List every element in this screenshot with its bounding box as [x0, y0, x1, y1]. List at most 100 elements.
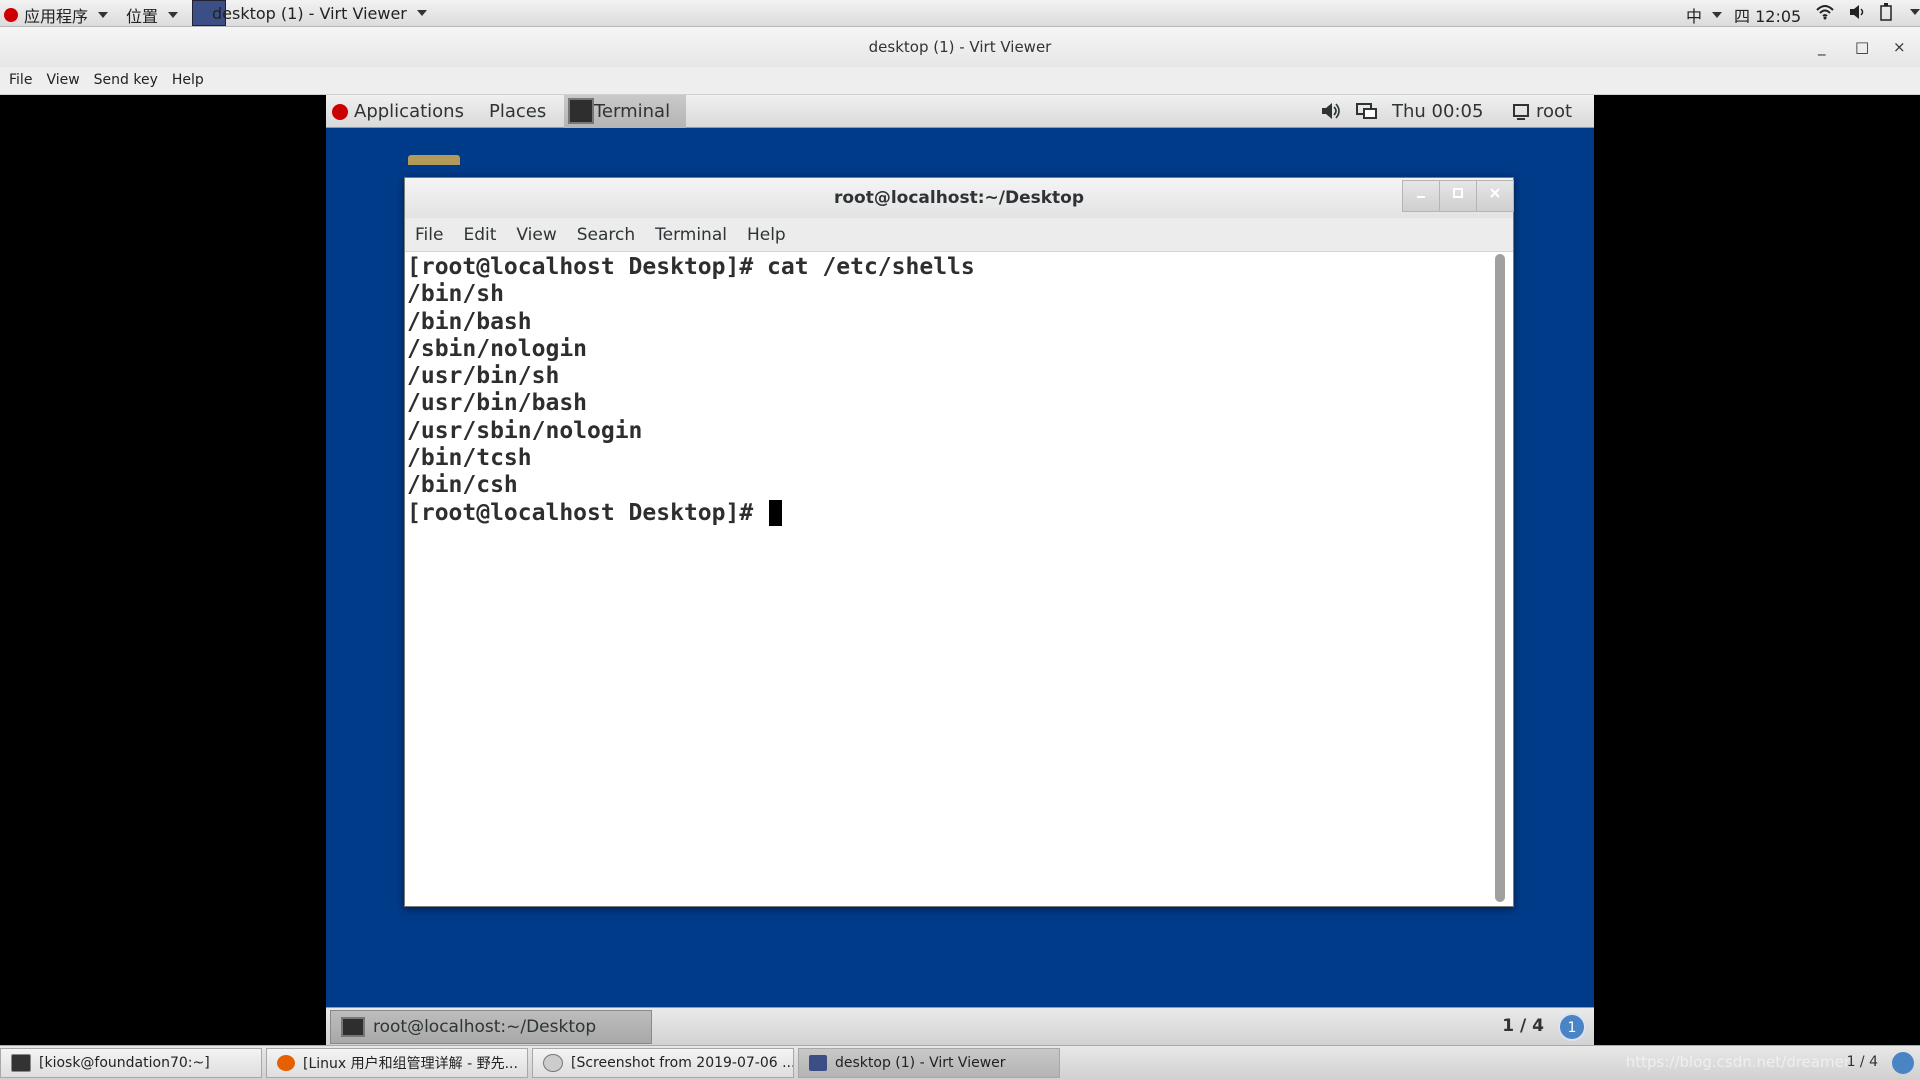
guest-display[interactable]: Applications Places Terminal Thu 00:05 r… [326, 95, 1594, 1045]
terminal-line: /bin/tcsh [407, 445, 532, 472]
terminal-scrollbar[interactable] [1495, 254, 1505, 902]
host-clock-label: 四 12:05 [1734, 7, 1802, 26]
guest-taskbar-terminal[interactable]: root@localhost:~/Desktop [330, 1010, 652, 1044]
guest-workspace-indicator[interactable]: 1 / 4 [1502, 1016, 1544, 1036]
terminal-line: /bin/csh [407, 472, 518, 499]
guest-network[interactable] [1356, 102, 1378, 122]
terminal-menu-view[interactable]: View [506, 218, 566, 245]
terminal-titlebar[interactable]: root@localhost:~/Desktop [405, 178, 1514, 218]
viewer-titlebar[interactable]: desktop (1) - Virt Viewer _ □ × [0, 27, 1920, 67]
guest-user-label: root [1536, 101, 1573, 122]
terminal-menubar: File Edit View Search Terminal Help [405, 218, 1513, 252]
chevron-down-icon [98, 12, 109, 18]
chevron-down-icon [168, 12, 179, 18]
terminal-icon [568, 98, 594, 124]
viewer-menu-sendkey[interactable]: Send key [87, 67, 165, 88]
host-clock[interactable]: 四 12:05 [1734, 3, 1801, 27]
terminal-menu-edit[interactable]: Edit [453, 218, 506, 245]
guest-user-menu[interactable]: root [1512, 101, 1572, 122]
maximize-icon [1453, 188, 1463, 198]
host-task-label: desktop (1) - Virt Viewer [835, 1055, 1006, 1071]
terminal-line: /sbin/nologin [407, 335, 588, 362]
host-places-label: 位置 [126, 7, 159, 26]
viewer-menu-view[interactable]: View [39, 67, 86, 88]
close-button[interactable]: × [1893, 27, 1906, 67]
host-task-firefox[interactable]: [Linux 用户和组管理详解 - 野先... [266, 1048, 528, 1078]
guest-terminal-launcher[interactable]: Terminal [568, 98, 670, 124]
guest-clock-label: Thu 00:05 [1392, 101, 1484, 122]
network-icon [1356, 103, 1377, 119]
desktop-folder-icon[interactable] [408, 155, 460, 165]
host-workspace-indicator[interactable]: 1 / 4 [1847, 1054, 1878, 1070]
guest-clock[interactable]: Thu 00:05 [1392, 101, 1483, 122]
notification-badge[interactable]: 1 [1558, 1013, 1586, 1041]
input-method-indicator[interactable]: 中 [1686, 3, 1723, 27]
firefox-icon [277, 1055, 295, 1071]
minimize-button[interactable]: _ [1818, 27, 1826, 67]
host-top-panel: 应用程序 位置 desktop (1) - Virt Viewer 中 四 12… [0, 0, 1920, 27]
terminal-menu-terminal[interactable]: Terminal [645, 218, 737, 245]
redhat-icon [332, 103, 348, 120]
terminal-prompt: [root@localhost Desktop]# [407, 499, 768, 526]
terminal-line: /usr/sbin/nologin [407, 417, 643, 444]
terminal-close-button[interactable] [1476, 180, 1514, 212]
chevron-down-icon [416, 10, 427, 16]
terminal-prompt-line: [root@localhost Desktop]# [407, 500, 1493, 527]
terminal-line: /usr/bin/sh [407, 363, 560, 390]
input-method-label: 中 [1686, 7, 1703, 26]
guest-volume[interactable] [1320, 102, 1342, 120]
host-task-terminal[interactable]: [kiosk@foundation70:~] [0, 1048, 262, 1078]
guest-applications-label: Applications [354, 101, 464, 122]
terminal-menu-help[interactable]: Help [737, 218, 796, 245]
chevron-down-icon [1712, 12, 1723, 18]
host-status-icons[interactable] [1816, 3, 1920, 21]
host-task-screenshot[interactable]: [Screenshot from 2019-07-06 ... [532, 1048, 794, 1078]
terminal-maximize-button[interactable] [1439, 180, 1477, 212]
volume-icon [1322, 103, 1340, 119]
battery-icon [1880, 3, 1892, 21]
host-task-label: [Linux 用户和组管理详解 - 野先... [303, 1056, 518, 1072]
terminal-menu-file[interactable]: File [405, 218, 453, 245]
terminal-title: root@localhost:~/Desktop [833, 188, 1085, 208]
viewer-menubar: File View Send key Help [0, 67, 1920, 95]
guest-places-label: Places [489, 101, 547, 122]
host-task-virt-viewer[interactable]: desktop (1) - Virt Viewer [798, 1048, 1060, 1078]
watermark-text: https://blog.csdn.net/dreamer [1625, 1053, 1850, 1071]
terminal-cursor [769, 500, 783, 527]
viewer-menu-file[interactable]: File [0, 67, 39, 88]
terminal-minimize-button[interactable] [1402, 180, 1440, 212]
terminal-icon [341, 1017, 365, 1037]
terminal-menu-search[interactable]: Search [567, 218, 645, 245]
viewer-title: desktop (1) - Virt Viewer [868, 38, 1052, 56]
user-icon [1513, 103, 1529, 120]
maximize-button[interactable]: □ [1855, 27, 1869, 67]
host-notification-icon[interactable] [1892, 1052, 1914, 1074]
host-window-label: desktop (1) - Virt Viewer [212, 3, 407, 23]
host-taskbar: [kiosk@foundation70:~] [Linux 用户和组管理详解 -… [0, 1045, 1920, 1080]
redhat-icon [4, 8, 18, 22]
terminal-line: /usr/bin/bash [407, 390, 588, 417]
viewer-menu-help[interactable]: Help [165, 67, 211, 88]
guest-taskbar-label: root@localhost:~/Desktop [373, 1017, 597, 1037]
host-applications-menu[interactable]: 应用程序 [4, 3, 109, 27]
wifi-icon [1816, 5, 1834, 20]
virt-viewer-icon [809, 1055, 827, 1071]
guest-top-panel: Applications Places Terminal Thu 00:05 r… [326, 95, 1594, 128]
minimize-icon [1417, 196, 1425, 198]
volume-icon [1850, 5, 1864, 19]
image-viewer-icon [543, 1054, 563, 1072]
host-places-menu[interactable]: 位置 [126, 3, 179, 27]
close-icon [1490, 188, 1500, 198]
terminal-line: [root@localhost Desktop]# cat /etc/shell… [407, 254, 975, 280]
guest-bottom-panel: root@localhost:~/Desktop 1 / 4 1 [326, 1007, 1594, 1045]
host-window-list[interactable]: desktop (1) - Virt Viewer [192, 0, 427, 26]
host-applications-label: 应用程序 [24, 7, 89, 26]
terminal-line: /bin/sh [407, 281, 504, 308]
guest-places-menu[interactable]: Places [489, 101, 546, 122]
guest-applications-menu[interactable]: Applications [332, 101, 464, 122]
terminal-output[interactable]: [root@localhost Desktop]# cat /etc/shell… [407, 254, 1493, 904]
terminal-line: /bin/bash [407, 308, 532, 335]
terminal-scrollbar-thumb[interactable] [1495, 254, 1505, 902]
terminal-icon [11, 1054, 31, 1072]
terminal-window[interactable]: root@localhost:~/Desktop File Edit View Sea… [404, 177, 1514, 907]
